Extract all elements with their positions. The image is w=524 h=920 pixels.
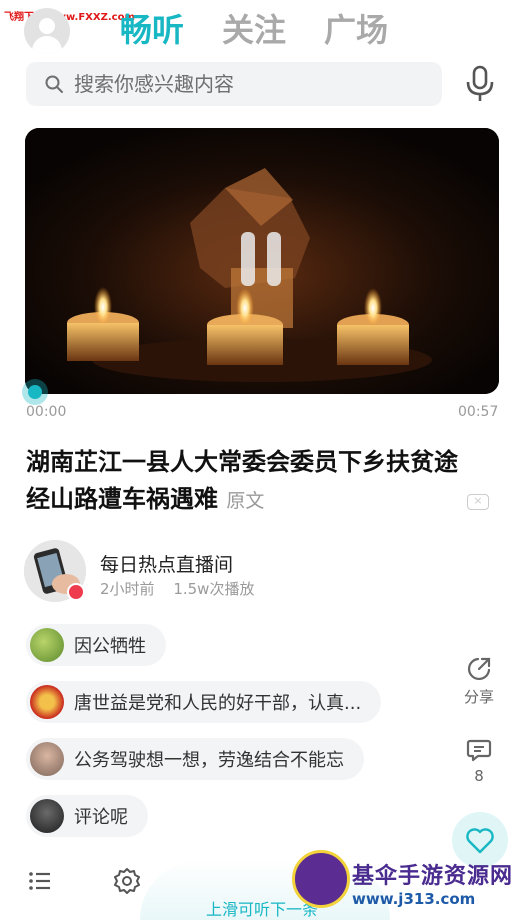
comment-icon: [466, 739, 492, 762]
channel-time: 2小时前: [100, 580, 155, 598]
tab-plaza[interactable]: 广场: [324, 8, 388, 52]
close-icon[interactable]: ×: [467, 494, 489, 510]
avatar-head-shape: [39, 18, 55, 34]
tab-follow[interactable]: 关注: [222, 8, 286, 52]
share-icon: [467, 657, 491, 681]
microphone-icon[interactable]: [462, 64, 498, 104]
pause-bar-right: [267, 232, 281, 286]
watermark-logo: 基伞手游资源网 www.j313.com: [292, 850, 522, 916]
avatar-body-shape: [32, 36, 62, 54]
comment-avatar: [30, 685, 64, 719]
watermark-text: 飞翔下载 www.FXXZ.com: [4, 12, 135, 23]
comment-bubble[interactable]: 评论呢: [26, 795, 148, 837]
comment-text: 评论呢: [74, 807, 128, 828]
comment-avatar: [30, 799, 64, 833]
progress-slider-handle[interactable]: [22, 379, 48, 405]
user-avatar[interactable]: [24, 8, 70, 54]
search-icon: [45, 75, 63, 93]
comment-text: 公务驾驶想一想，劳逸结合不能忘: [74, 750, 344, 771]
comment-bubble[interactable]: 因公牺牲: [26, 624, 166, 666]
video-player[interactable]: [25, 128, 499, 394]
article-title-block: 湖南芷江一县人大常委会委员下乡扶贫途经山路遭车祸遇难 原文: [26, 444, 466, 520]
comment-bubble[interactable]: 公务驾驶想一想，劳逸结合不能忘: [26, 738, 364, 780]
logo-brand: 基伞手游资源网: [352, 864, 514, 889]
original-link[interactable]: 原文: [226, 490, 264, 512]
comment-text: 因公牺牲: [74, 636, 146, 657]
channel-plays: 1.5w次播放: [173, 580, 255, 598]
comment-avatar: [30, 628, 64, 662]
gear-icon[interactable]: [113, 867, 141, 895]
header-tabs: 畅听 关注 广场: [120, 8, 426, 52]
channel-heart-icon: [67, 583, 85, 601]
comment-text: 唐世益是党和人民的好干部，认真...: [74, 693, 362, 714]
duration: 00:57: [458, 404, 499, 420]
list-icon[interactable]: [28, 870, 52, 892]
tab-listen[interactable]: 畅听: [120, 8, 184, 52]
search-input[interactable]: [74, 72, 434, 96]
channel-name[interactable]: 每日热点直播间: [100, 550, 233, 577]
comment-button[interactable]: 8: [458, 737, 500, 785]
search-bar[interactable]: [26, 62, 442, 106]
share-label: 分享: [463, 688, 494, 706]
channel-meta: 2小时前 1.5w次播放: [100, 578, 268, 599]
share-button[interactable]: 分享: [458, 656, 500, 707]
comment-avatar: [30, 742, 64, 776]
comment-count: 8: [474, 767, 484, 785]
current-time: 00:00: [26, 404, 67, 420]
pause-icon[interactable]: [239, 232, 285, 286]
logo-mascot-icon: [292, 850, 350, 908]
pause-bar-left: [241, 232, 255, 286]
logo-url: www.j313.com: [352, 890, 476, 908]
comment-bubble[interactable]: 唐世益是党和人民的好干部，认真...: [26, 681, 382, 723]
